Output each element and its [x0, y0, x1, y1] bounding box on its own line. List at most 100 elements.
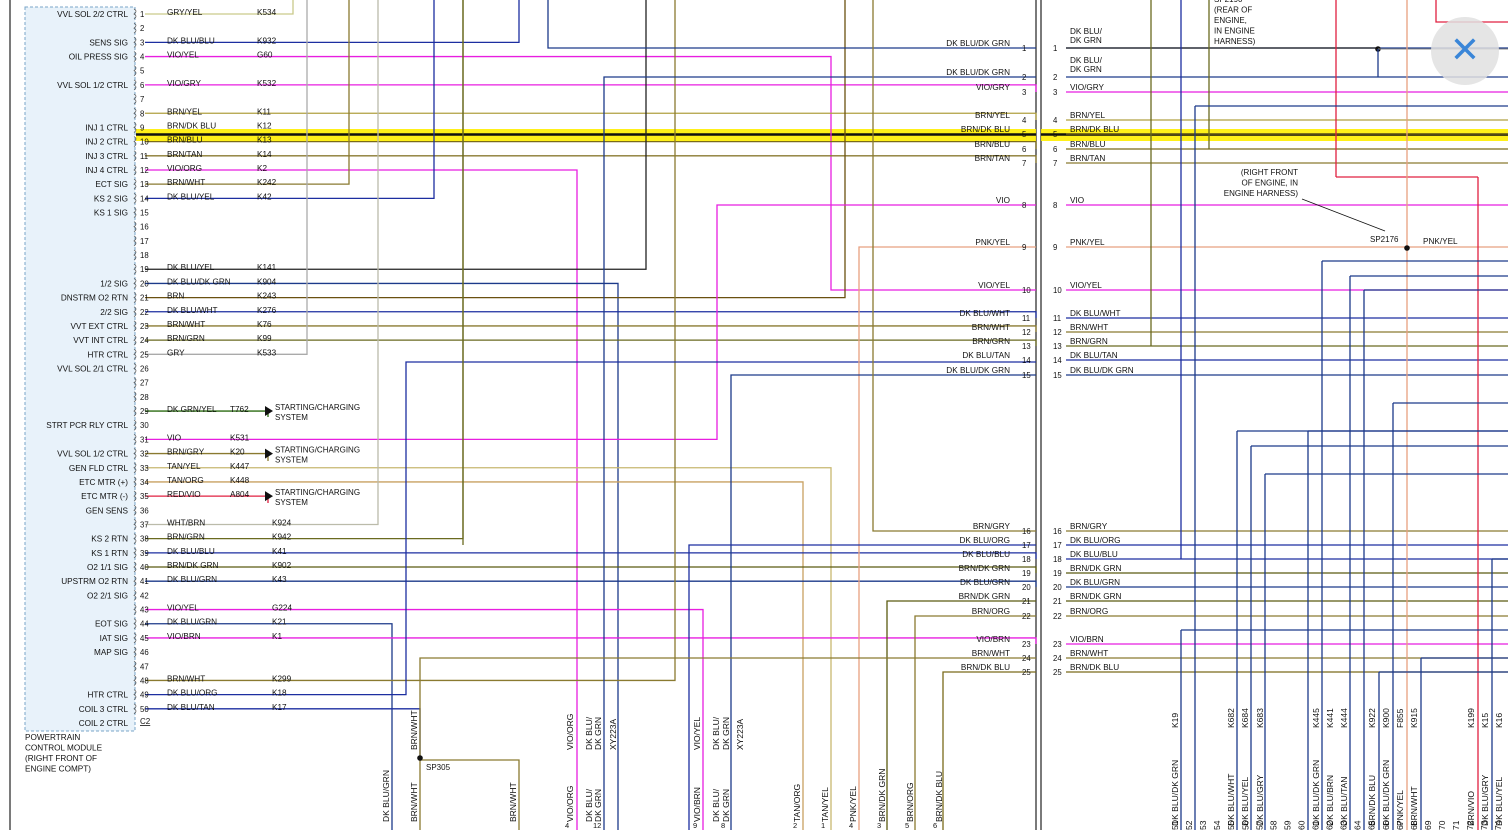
labels: VVL SOL 2/2 CTRL 1 GRY/YEL K534 2 SENS SIG 3 DK… — [25, 0, 1504, 830]
bottom-pin-number: 65 — [1367, 820, 1377, 830]
pin-wire-color: BRN/GRN — [167, 334, 205, 343]
bottom-pin-number: 55 — [1226, 820, 1236, 830]
vertical-wire-label: DK BLU/ — [711, 716, 721, 750]
pin-number: 33 — [140, 464, 149, 473]
pin-number: 5 — [140, 67, 145, 76]
bottom-pin-number: 9 — [693, 821, 697, 830]
splice-label: SP2176 — [1370, 235, 1399, 244]
pin-number: 43 — [140, 606, 149, 615]
vertical-wire-label: BRN/DK BLU — [934, 771, 944, 822]
right-wire-color: DK BLU/ORG — [1070, 536, 1121, 545]
right-wire-color: BRN/YEL — [1070, 111, 1105, 120]
wire — [145, 84, 1037, 92]
mid-pin-number: 17 — [1022, 541, 1031, 550]
right-pin-number: 3 — [1053, 88, 1057, 97]
wire — [145, 623, 393, 830]
bottom-pin-number: 4 — [849, 821, 853, 830]
right-wire-color: DK BLU/TAN — [1070, 351, 1118, 360]
pin-circuit: K904 — [257, 277, 277, 286]
mid-wire-color: VIO/BRN — [976, 635, 1010, 644]
pin-number: 38 — [140, 535, 149, 544]
pin-label: VVT EXT CTRL — [71, 322, 129, 331]
pin-circuit: K11 — [257, 107, 271, 116]
right-wire-color: DK BLU/DK GRN — [1070, 366, 1134, 375]
pin-number: 49 — [140, 691, 149, 700]
mid-wire-color: BRN/DK GRN — [959, 564, 1010, 573]
pin-number: 45 — [140, 634, 149, 643]
pin-label: O2 1/1 SIG — [87, 563, 128, 572]
bottom-pin-number: 3 — [877, 821, 881, 830]
bottom-pin-number: 1 — [821, 821, 825, 830]
pin-number: 32 — [140, 450, 149, 459]
vertical-wire-label: BRN/DK GRN — [877, 769, 887, 822]
bottom-pin-number: 8 — [721, 821, 725, 830]
vertical-wire-label: BRN/DK BLU — [1367, 775, 1377, 826]
bottom-pin-number: 64 — [1353, 820, 1363, 830]
right-pin-number: 13 — [1053, 342, 1062, 351]
pin-wire-color: BRN/DK BLU — [167, 121, 216, 130]
pin-circuit: K242 — [257, 178, 277, 187]
wire — [145, 311, 1037, 318]
pin-circuit: K924 — [272, 518, 292, 527]
mid-pin-number: 8 — [1022, 201, 1026, 210]
pin-label: EOT SIG — [95, 620, 128, 629]
right-wire-color: BRN/DK GRN — [1070, 592, 1121, 601]
splice-note: ENGINE HARNESS) — [1224, 189, 1299, 198]
right-pin-number: 8 — [1053, 201, 1057, 210]
right-pin-number: 25 — [1053, 668, 1062, 677]
bottom-pin-number: 5 — [905, 821, 909, 830]
right-wire-color: VIO — [1070, 196, 1084, 205]
mid-wire-color: BRN/DK BLU — [961, 663, 1010, 672]
mid-wire-color: BRN/GRN — [972, 337, 1010, 346]
bottom-pin-number: 74 — [1493, 820, 1503, 830]
pin-wire-color: BRN/TAN — [167, 150, 202, 159]
vertical-wire-label: K16 — [1494, 713, 1504, 728]
mid-pin-number: 6 — [1022, 145, 1026, 154]
wires — [136, 0, 1508, 830]
mid-pin-number: 18 — [1022, 555, 1031, 564]
pin-circuit: K243 — [257, 292, 277, 301]
wire — [145, 481, 804, 830]
mid-wire-color: DK BLU/DK GRN — [946, 366, 1010, 375]
bottom-pin-number: 6 — [933, 821, 937, 830]
system-label: SYSTEM — [275, 413, 308, 422]
wire — [145, 495, 269, 503]
splice-note: (REAR OF — [1214, 6, 1252, 15]
mid-wire-color: DK BLU/DK GRN — [946, 68, 1010, 77]
pin-wire-color: DK BLU/BLU — [167, 36, 215, 45]
pin-circuit: K448 — [230, 476, 250, 485]
pin-number: 4 — [140, 53, 145, 62]
pin-wire-color: BRN/WHT — [167, 674, 205, 683]
mid-pin-number: 15 — [1022, 371, 1031, 380]
right-wire-color: DK GRN — [1070, 65, 1102, 74]
vertical-wire-label: K915 — [1409, 708, 1419, 728]
vertical-wire-label: DK BLU/DK GRN — [1170, 760, 1180, 826]
pin-circuit: K276 — [257, 306, 277, 315]
pin-number: 26 — [140, 365, 149, 374]
right-wire-color: BRN/WHT — [1070, 649, 1108, 658]
right-pin-number: 21 — [1053, 597, 1062, 606]
mid-wire-color: DK BLU/TAN — [962, 351, 1010, 360]
vertical-wire-label: BRN/WHT — [1409, 786, 1419, 826]
pin-number: 27 — [140, 379, 149, 388]
pin-wire-color: DK BLU/BLU — [167, 547, 215, 556]
pin-label: ECT SIG — [95, 180, 128, 189]
vertical-wire-label: VIO/YEL — [692, 717, 702, 750]
bottom-pin-number: 69 — [1423, 820, 1433, 830]
pin-wire-color: VIO/BRN — [167, 632, 201, 641]
pin-number: 8 — [140, 109, 144, 118]
mid-pin-number: 21 — [1022, 597, 1031, 606]
pin-label: 2/2 SIG — [100, 308, 128, 317]
pin-number: 28 — [140, 393, 149, 402]
mid-pin-number: 1 — [1022, 44, 1026, 53]
pin-wire-color: VIO/YEL — [167, 604, 199, 613]
vertical-wire-label: K19 — [1170, 713, 1180, 728]
pin-label: DNSTRM O2 RTN — [61, 294, 128, 303]
right-wire-color: DK BLU/BLU — [1070, 550, 1118, 559]
vertical-wire-label: DK GRN — [593, 717, 603, 750]
mid-wire-color: DK BLU/BLU — [962, 550, 1010, 559]
mid-pin-number: 14 — [1022, 356, 1031, 365]
right-pin-number: 16 — [1053, 527, 1062, 536]
close-button[interactable]: ✕ — [1431, 17, 1499, 85]
pin-number: 6 — [140, 81, 144, 90]
